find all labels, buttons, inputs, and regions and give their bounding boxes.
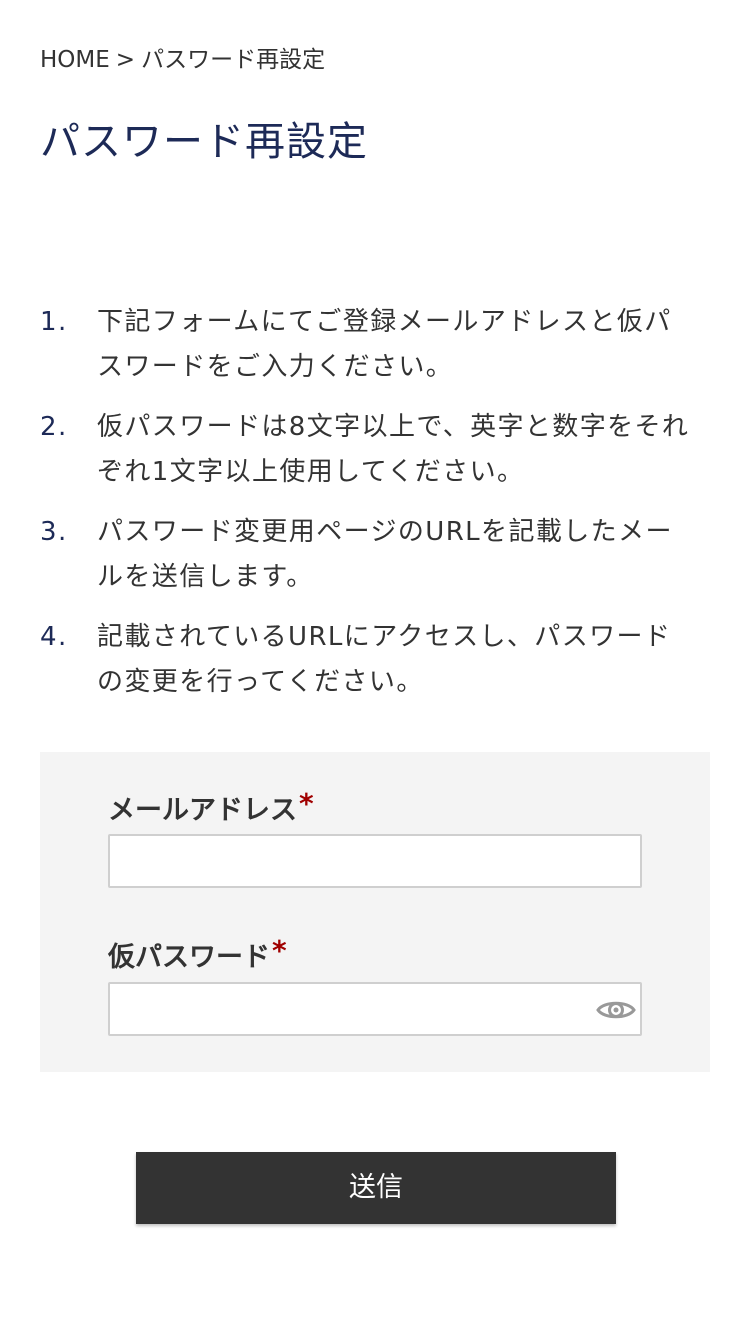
password-reset-form: メールアドレス* 仮パスワード* [40, 752, 710, 1072]
temporary-password-field[interactable] [108, 982, 642, 1036]
step-text: 下記フォームにてご登録メールアドレスと仮パスワードをご入力ください。 [97, 307, 672, 382]
instruction-list: 1. 下記フォームにてご登録メールアドレスと仮パスワードをご入力ください。 2.… [40, 300, 690, 720]
required-mark: * [299, 787, 314, 820]
step-number: 4. [40, 622, 68, 652]
step-number: 3. [40, 517, 68, 547]
password-label: 仮パスワード* [108, 934, 287, 976]
step-text: 記載されているURLにアクセスし、パスワードの変更を行ってください。 [97, 622, 672, 697]
instruction-item: 4. 記載されているURLにアクセスし、パスワードの変更を行ってください。 [40, 615, 690, 705]
step-number: 2. [40, 412, 68, 442]
breadcrumb-current: パスワード再設定 [141, 47, 326, 73]
step-number: 1. [40, 307, 68, 337]
breadcrumb-separator: > [115, 47, 136, 73]
email-label-text: メールアドレス [108, 795, 297, 826]
submit-button[interactable]: 送信 [136, 1152, 616, 1224]
eye-icon [596, 1001, 636, 1019]
instruction-item: 3. パスワード変更用ページのURLを記載したメールを送信します。 [40, 510, 690, 600]
breadcrumb-home-link[interactable]: HOME [40, 47, 110, 73]
page-title: パスワード再設定 [40, 119, 368, 165]
instruction-item: 1. 下記フォームにてご登録メールアドレスと仮パスワードをご入力ください。 [40, 300, 690, 390]
step-text: パスワード変更用ページのURLを記載したメールを送信します。 [97, 517, 673, 592]
email-label: メールアドレス* [108, 787, 314, 829]
required-mark: * [272, 934, 287, 967]
step-text: 仮パスワードは8文字以上で、英字と数字をそれぞれ1文字以上使用してください。 [97, 412, 690, 487]
breadcrumb: HOME > パスワード再設定 [40, 44, 325, 76]
show-password-toggle[interactable] [594, 990, 638, 1030]
password-label-text: 仮パスワード [108, 942, 270, 973]
instruction-item: 2. 仮パスワードは8文字以上で、英字と数字をそれぞれ1文字以上使用してください… [40, 405, 690, 495]
email-field[interactable] [108, 834, 642, 888]
